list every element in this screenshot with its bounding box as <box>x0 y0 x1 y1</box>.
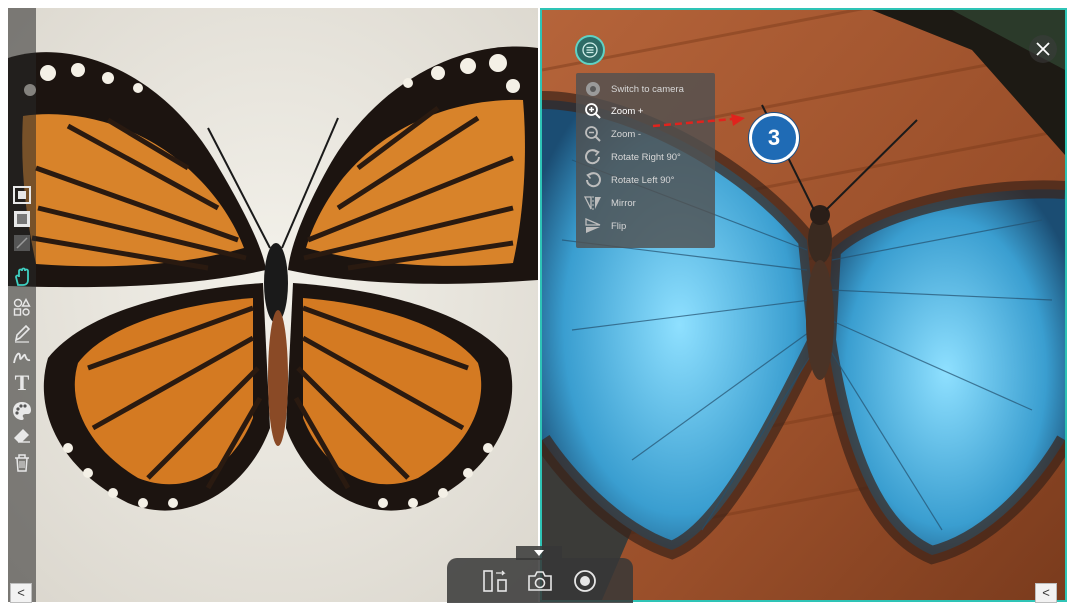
swap-layout-icon <box>483 570 507 592</box>
pane-menu-button[interactable] <box>575 35 605 65</box>
menu-item-label: Rotate Left 90° <box>611 174 675 186</box>
rotate-left-icon <box>580 169 606 191</box>
menu-item-label: Flip <box>611 220 627 232</box>
right-collapse-button[interactable]: < <box>1035 583 1057 603</box>
left-image-pane[interactable] <box>8 8 538 602</box>
caret-down-icon <box>534 550 544 556</box>
annotation-arrow <box>652 114 745 128</box>
record-button[interactable] <box>571 567 599 595</box>
menu-item-label: Zoom - <box>611 128 642 140</box>
menu-item-mirror[interactable]: Mirror <box>576 192 715 214</box>
bottom-toolbar <box>447 558 633 603</box>
shapes-icon[interactable] <box>10 296 34 318</box>
camera-circle-icon <box>580 78 606 100</box>
eraser-icon[interactable] <box>10 424 34 446</box>
menu-item-label: Zoom + <box>611 105 644 117</box>
trash-icon[interactable] <box>10 452 34 474</box>
freehand-icon[interactable] <box>10 346 34 368</box>
record-icon <box>574 570 596 592</box>
select-frame-icon[interactable] <box>10 184 34 206</box>
close-icon <box>1036 42 1050 56</box>
text-icon[interactable]: T <box>10 370 34 395</box>
rotate-right-icon <box>580 146 606 168</box>
camera-capture-button[interactable] <box>526 567 554 595</box>
zoom-in-icon <box>580 100 606 122</box>
menu-item-label: Mirror <box>611 197 636 209</box>
zoom-out-icon <box>580 123 606 145</box>
camera-icon <box>528 571 552 591</box>
spotlight-frame-icon[interactable] <box>10 208 34 230</box>
crop-icon[interactable] <box>10 232 34 254</box>
swap-layout-button[interactable] <box>481 567 509 595</box>
close-pane-button[interactable] <box>1029 35 1057 63</box>
menu-item-flip[interactable]: Flip <box>576 215 715 237</box>
menu-lines-icon <box>582 42 598 58</box>
image-context-menu: Switch to camera Zoom + Zoom - Rotate Ri… <box>576 73 715 248</box>
hand-pan-icon[interactable] <box>10 266 34 288</box>
monarch-butterfly-image <box>8 8 538 602</box>
flip-icon <box>580 215 606 237</box>
menu-item-rotate-right[interactable]: Rotate Right 90° <box>576 146 715 168</box>
palette-icon[interactable] <box>10 400 34 422</box>
left-collapse-button[interactable]: < <box>10 583 32 603</box>
menu-item-switch-to-camera[interactable]: Switch to camera <box>576 78 715 100</box>
menu-item-rotate-left[interactable]: Rotate Left 90° <box>576 169 715 191</box>
mirror-icon <box>580 192 606 214</box>
menu-item-label: Rotate Right 90° <box>611 151 681 163</box>
step-callout-badge: 3 <box>749 113 799 163</box>
pencil-icon[interactable] <box>10 322 34 344</box>
menu-item-label: Switch to camera <box>611 83 684 95</box>
